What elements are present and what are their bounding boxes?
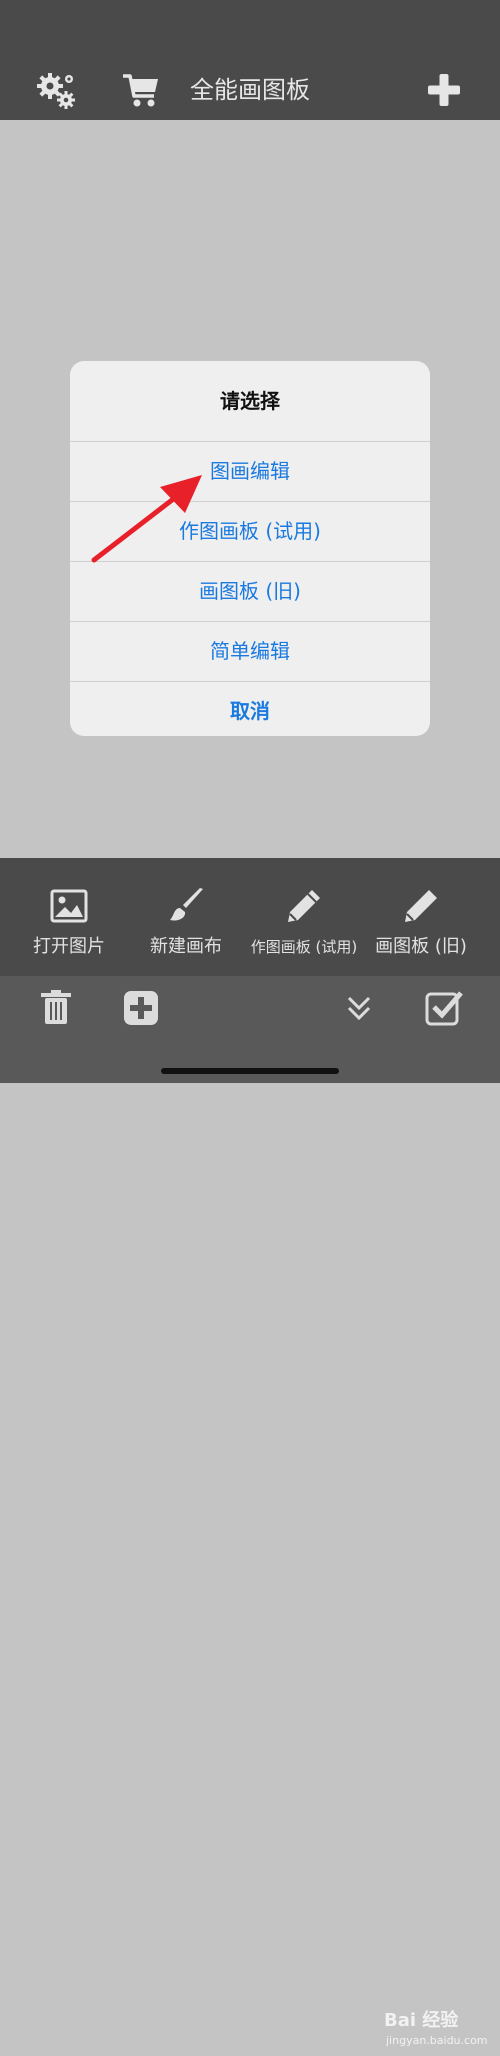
tool-open-image[interactable]: 打开图片 xyxy=(20,858,118,976)
tool-label: 画图板 (旧) xyxy=(375,936,467,957)
tool-label: 新建画布 xyxy=(150,936,222,957)
watermark-url: jingyan.baidu.com xyxy=(386,2034,488,2047)
option-simple-edit[interactable]: 简单编辑 xyxy=(70,622,430,682)
chevron-double-down-icon[interactable] xyxy=(339,988,379,1028)
home-indicator xyxy=(161,1068,339,1074)
tool-new-canvas[interactable]: 新建画布 xyxy=(136,858,236,976)
tool-strip: 打开图片 新建画布 作图画板 (试用) 画图板 (旧) xyxy=(0,858,500,976)
dialog-title: 请选择 xyxy=(70,361,430,442)
option-drawing-board-old[interactable]: 画图板 (旧) xyxy=(70,562,430,622)
checkbox-icon[interactable] xyxy=(424,988,464,1028)
pencil-icon xyxy=(405,890,437,922)
tool-more-partial[interactable] xyxy=(486,858,500,976)
tool-drawing-board-old[interactable]: 画图板 (旧) xyxy=(370,858,472,976)
watermark-brand: Bai 经验 xyxy=(384,2010,459,2031)
top-bar: 全能画图板 xyxy=(0,0,500,120)
cancel-button[interactable]: 取消 xyxy=(70,682,430,736)
watermark: Bai 经验 jingyan.baidu.com xyxy=(384,2006,494,2056)
image-icon xyxy=(50,889,88,923)
tool-label: 打开图片 xyxy=(33,936,105,957)
brush-icon xyxy=(170,888,203,921)
annotation-arrow-icon xyxy=(91,475,202,563)
bottom-bar: Bai 经验 jingyan.baidu.com xyxy=(0,976,500,2047)
tool-drawing-board-trial[interactable]: 作图画板 (试用) xyxy=(244,858,364,976)
pencil-icon xyxy=(288,890,320,922)
tool-label: 作图画板 (试用) xyxy=(250,938,358,956)
trash-icon[interactable] xyxy=(36,988,76,1028)
add-layer-icon[interactable] xyxy=(121,988,161,1028)
add-icon[interactable] xyxy=(424,70,464,110)
